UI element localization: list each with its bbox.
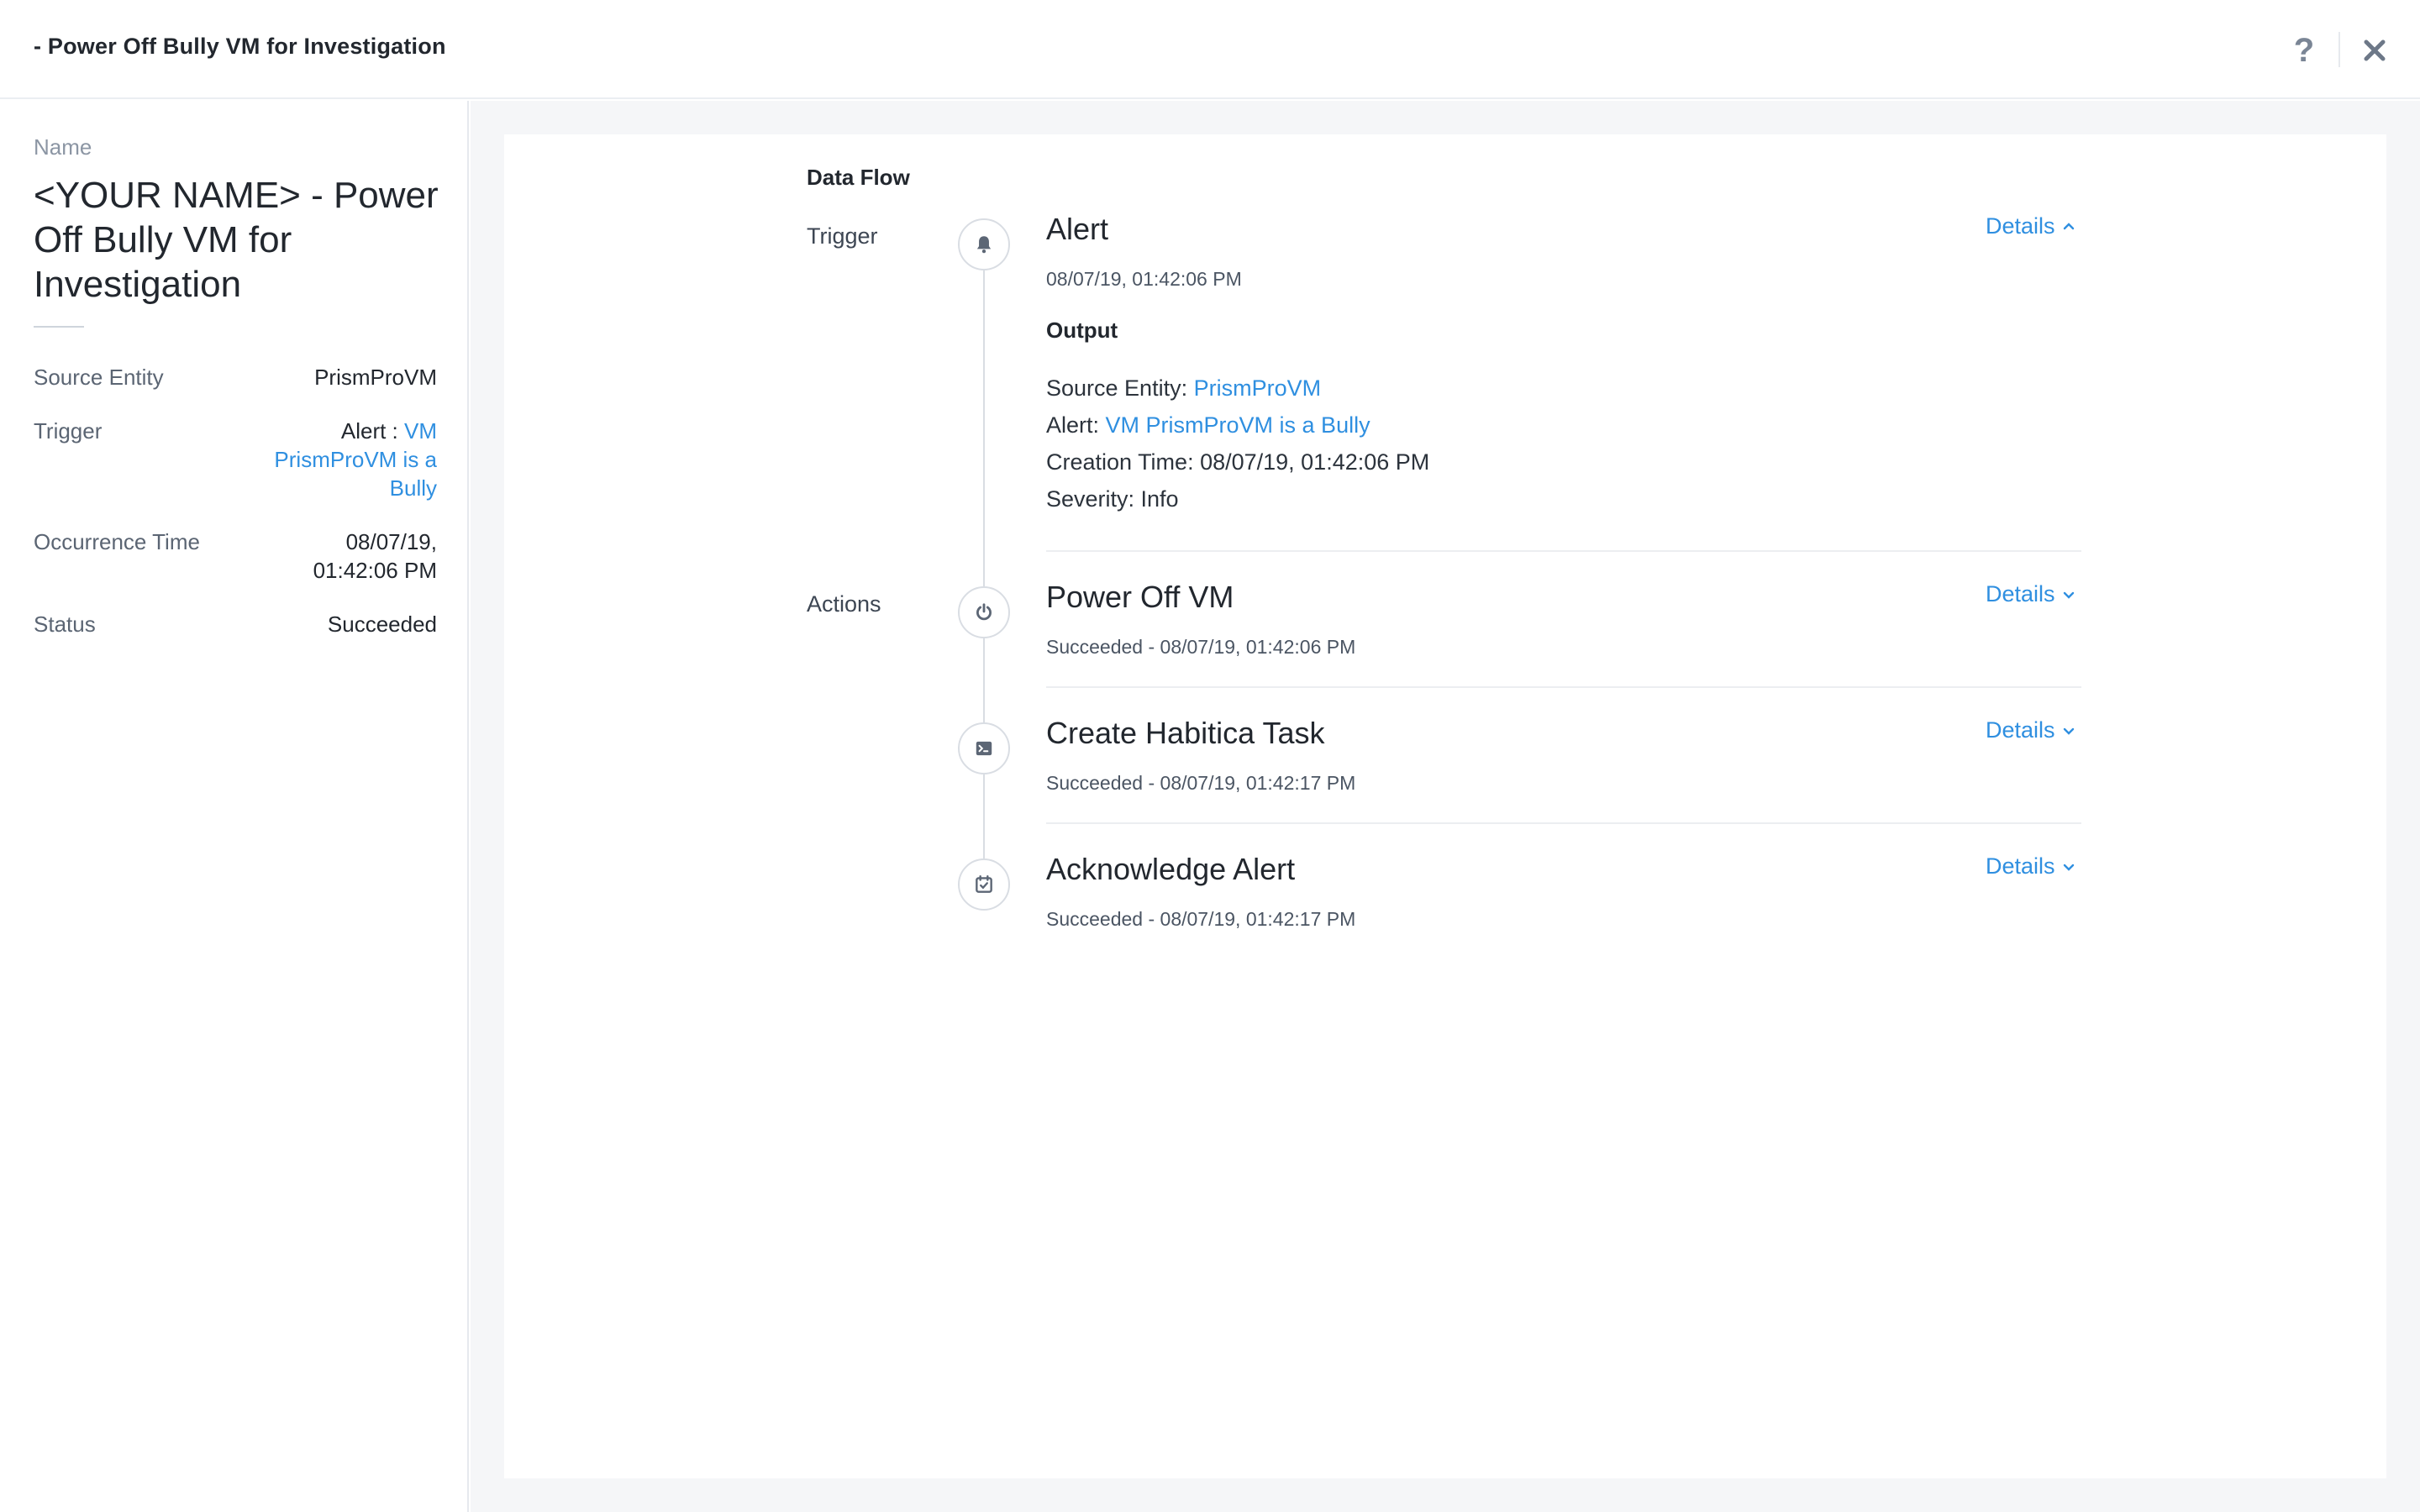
name-divider [34,326,84,328]
trigger-prefix: Alert : [340,418,404,444]
header-divider [2338,32,2340,67]
step-divider [1046,550,2081,552]
output-alert-link[interactable]: VM PrismProVM is a Bully [1106,412,1370,438]
modal-header: - Power Off Bully VM for Investigation ? [0,0,2420,99]
chevron-up-icon [2063,222,2074,229]
data-flow-card [504,134,2386,1478]
output-creation-time: Creation Time: 08/07/19, 01:42:06 PM [1046,449,1430,475]
output-source-entity-label: Source Entity: [1046,375,1194,401]
action-title-acknowledge: Acknowledge Alert [1046,852,1296,886]
output-source-entity-link[interactable]: PrismProVM [1194,375,1322,401]
action-title-habitica: Create Habitica Task [1046,716,1325,750]
trigger-details-toggle[interactable]: Details [1986,213,2075,239]
power-icon [958,586,1010,638]
chevron-down-icon [2063,727,2074,735]
output-source-entity: Source Entity: PrismProVM [1046,375,1321,402]
occurrence-time-label: Occurrence Time [34,529,200,554]
output-alert-label: Alert: [1046,412,1106,438]
status-label: Status [34,612,96,637]
trigger-step-title: Alert [1046,212,1109,246]
bell-icon [958,218,1010,270]
trigger-value: Alert : VM PrismProVM is a Bully [252,417,437,502]
output-severity: Severity: Info [1046,486,1179,512]
details-label: Details [1986,717,2055,743]
name-label: Name [34,134,92,160]
playbook-name: <YOUR NAME> - Power Off Bully VM for Inv… [34,175,439,305]
step-divider [1046,686,2081,688]
chevron-down-icon [2063,591,2074,599]
trigger-label: Trigger [34,418,103,444]
chevron-down-icon [2063,864,2074,871]
power-off-details-toggle[interactable]: Details [1986,581,2075,607]
source-entity-link[interactable]: PrismProVM [314,363,437,391]
calendar-check-icon [958,858,1010,911]
step-divider [1046,822,2081,824]
trigger-section-label: Trigger [807,223,878,249]
output-alert: Alert: VM PrismProVM is a Bully [1046,412,1370,438]
occurrence-time-value: 08/07/19, 01:42:06 PM [313,529,437,583]
trigger-timestamp: 08/07/19, 01:42:06 PM [1046,268,1242,290]
terminal-icon [958,722,1010,774]
details-label: Details [1986,853,2055,879]
source-entity-label: Source Entity [34,365,164,390]
close-icon[interactable] [2354,30,2395,71]
timeline-line [983,244,985,882]
question-icon[interactable]: ? [2284,30,2324,71]
details-label: Details [1986,581,2055,606]
action-status-power-off: Succeeded - 08/07/19, 01:42:06 PM [1046,636,1356,658]
acknowledge-details-toggle[interactable]: Details [1986,853,2075,879]
action-title-power-off: Power Off VM [1046,580,1234,614]
data-flow-title: Data Flow [807,165,910,190]
action-status-habitica: Succeeded - 08/07/19, 01:42:17 PM [1046,772,1356,794]
action-status-acknowledge: Succeeded - 08/07/19, 01:42:17 PM [1046,908,1356,930]
output-title: Output [1046,318,1118,343]
page-title: - Power Off Bully VM for Investigation [34,34,446,59]
status-value: Succeeded [327,612,437,637]
actions-section-label: Actions [807,591,881,617]
details-sidebar: Name <YOUR NAME> - Power Off Bully VM fo… [0,101,469,1512]
habitica-details-toggle[interactable]: Details [1986,717,2075,743]
details-label: Details [1986,213,2055,239]
